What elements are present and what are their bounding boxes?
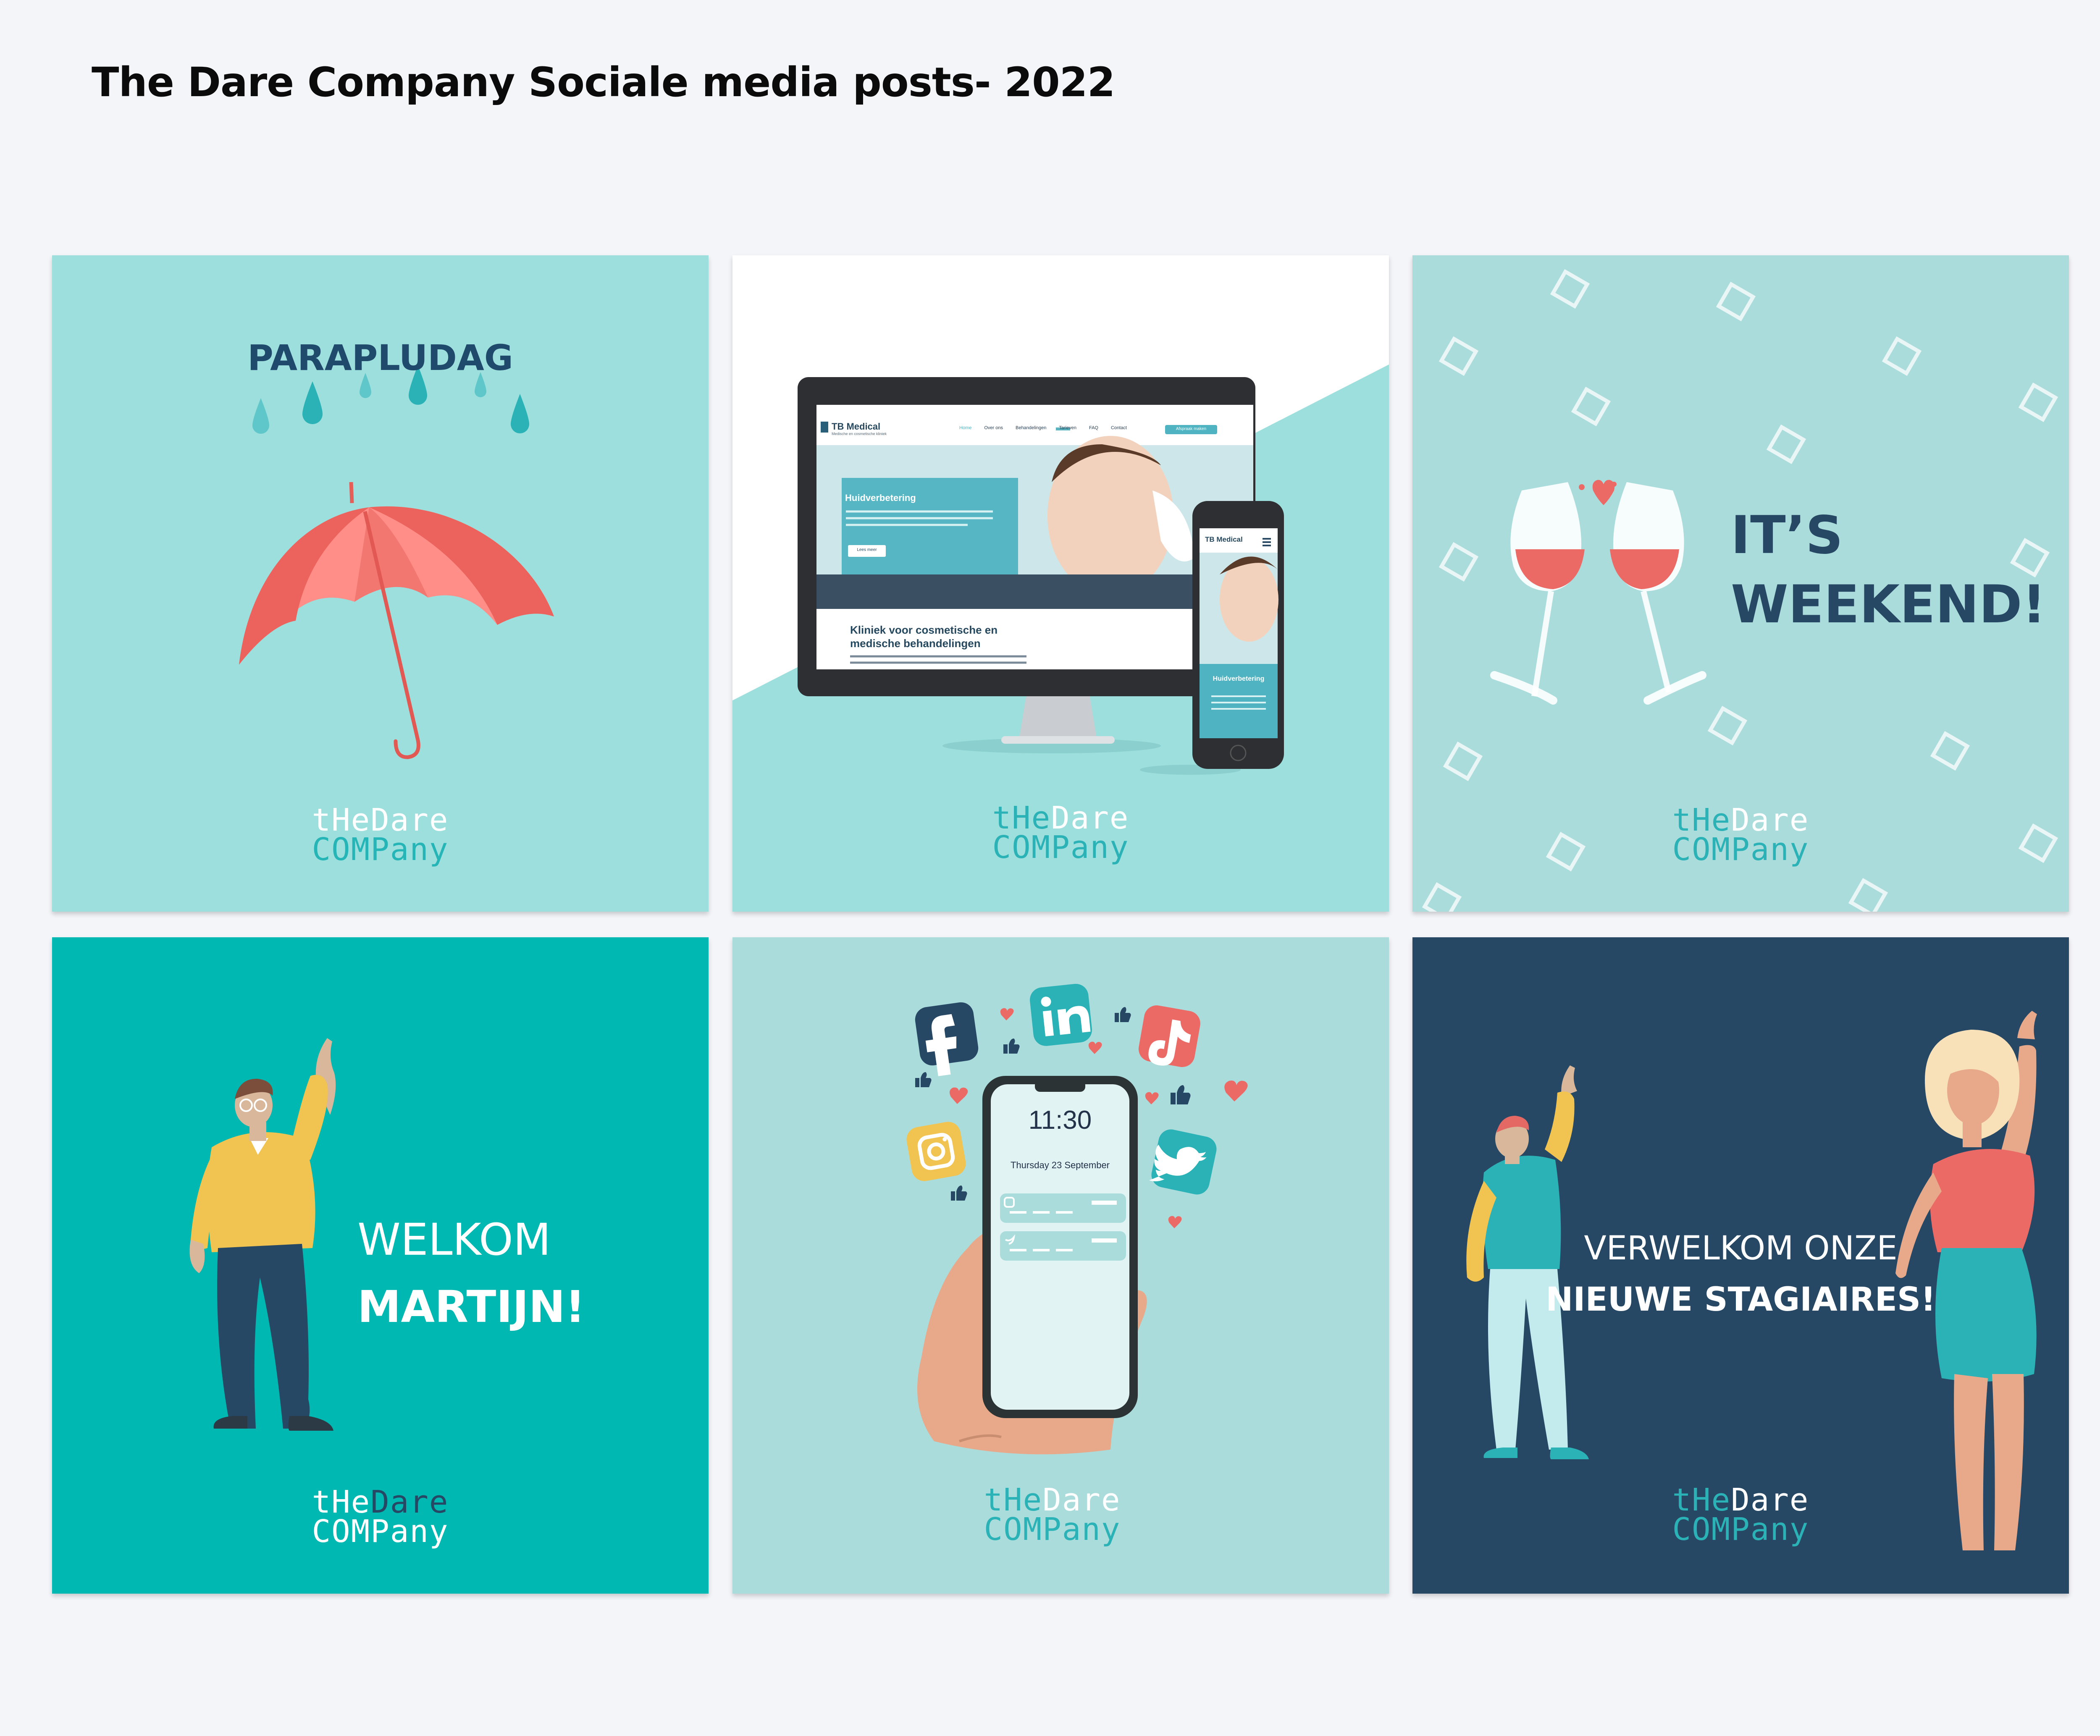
logo-company: COMPany <box>992 829 1129 865</box>
page-title: The Dare Company Sociale media posts- 20… <box>92 59 1115 106</box>
brand-logo: tHeDare COMPany <box>732 802 1389 865</box>
brand-logo: tHeDare COMPany <box>1412 1484 2069 1547</box>
site-brand-sub: Medische en cosmetische kliniek <box>832 432 887 436</box>
post-weekend[interactable]: IT’S WEEKEND! tHeDare COMPany <box>1412 255 2069 912</box>
post-headline: WELKOM MARTIJN! <box>357 1206 585 1340</box>
headline-line-1: VERWELKOM ONZE <box>1584 1230 1898 1267</box>
twitter-icon <box>1149 1129 1217 1195</box>
logo-company: COMPany <box>312 831 449 868</box>
tiktok-icon <box>1138 1005 1200 1067</box>
brand-logo: tHeDare COMPany <box>52 1487 709 1550</box>
site-hero-button[interactable]: Lees meer <box>848 548 886 552</box>
logo-company: COMPany <box>1672 1511 1809 1547</box>
site-brand: TB Medical <box>832 421 881 432</box>
logo-company: COMPany <box>1672 831 1809 868</box>
logo-company: COMPany <box>984 1511 1121 1547</box>
nav-item-over-ons[interactable]: Over ons <box>984 425 1003 430</box>
brand-logo: tHeDare COMPany <box>732 1484 1381 1547</box>
site-section-title-line-1: Kliniek voor cosmetische en <box>850 624 998 636</box>
nav-item-home[interactable]: Home <box>959 425 971 430</box>
brand-logo: tHeDare COMPany <box>52 805 709 868</box>
post-stagiaires[interactable]: VERWELKOM ONZE NIEUWE STAGIAIRES! tHeDar… <box>1412 937 2069 1594</box>
post-headline: PARAPLUDAG <box>247 337 513 378</box>
nav-item-behandelingen[interactable]: Behandelingen <box>1016 425 1046 430</box>
site-section-title: Kliniek voor cosmetische en medische beh… <box>850 623 998 650</box>
nav-item-contact[interactable]: Contact <box>1111 425 1127 430</box>
site-hero-title: Huidverbetering <box>845 493 916 503</box>
headline-line-2: WEEKEND! <box>1731 574 2046 635</box>
headline-line-1: IT’S <box>1731 505 1843 566</box>
site-nav: Home Over ons Behandelingen Tarieven FAQ… <box>959 425 1127 430</box>
waving-man-icon <box>189 1038 336 1431</box>
mobile-hero-title: Huidverbetering <box>1213 675 1265 682</box>
post-welkom-martijn[interactable]: WELKOM MARTIJN! tHeDare COMPany <box>52 937 709 1594</box>
nav-item-faq[interactable]: FAQ <box>1089 425 1098 430</box>
headline-line-2: MARTIJN! <box>357 1281 585 1332</box>
logo-company: COMPany <box>312 1513 449 1550</box>
post-social-media[interactable]: 11:30 Thursday 23 September tHeDare COMP… <box>732 937 1389 1594</box>
instagram-icon <box>906 1122 966 1181</box>
umbrella-icon <box>239 482 554 759</box>
linkedin-icon <box>1030 983 1092 1046</box>
post-tb-medical[interactable]: TB Medical Medische en cosmetische klini… <box>732 255 1389 912</box>
mobile-brand: TB Medical <box>1205 535 1243 543</box>
post-headline: IT’S WEEKEND! <box>1731 501 2046 640</box>
brand-logo: tHeDare COMPany <box>1412 805 2069 868</box>
site-cta-button[interactable]: Afspraak maken <box>1165 427 1217 431</box>
phone-clock: 11:30 <box>1028 1106 1092 1135</box>
post-headline: VERWELKOM ONZE NIEUWE STAGIAIRES! <box>1412 1223 2069 1325</box>
facebook-icon <box>915 1002 979 1076</box>
site-section-title-line-2: medische behandelingen <box>850 637 981 650</box>
nav-item-tarieven[interactable]: Tarieven <box>1059 425 1076 430</box>
phone-date: Thursday 23 September <box>1010 1160 1110 1170</box>
headline-line-1: WELKOM <box>357 1214 551 1265</box>
post-parapludag[interactable]: PARAPLUDAG tHeDare COMPany <box>52 255 709 912</box>
headline-line-2: NIEUWE STAGIAIRES! <box>1546 1281 1936 1319</box>
wine-glasses-icon <box>1490 480 1706 705</box>
